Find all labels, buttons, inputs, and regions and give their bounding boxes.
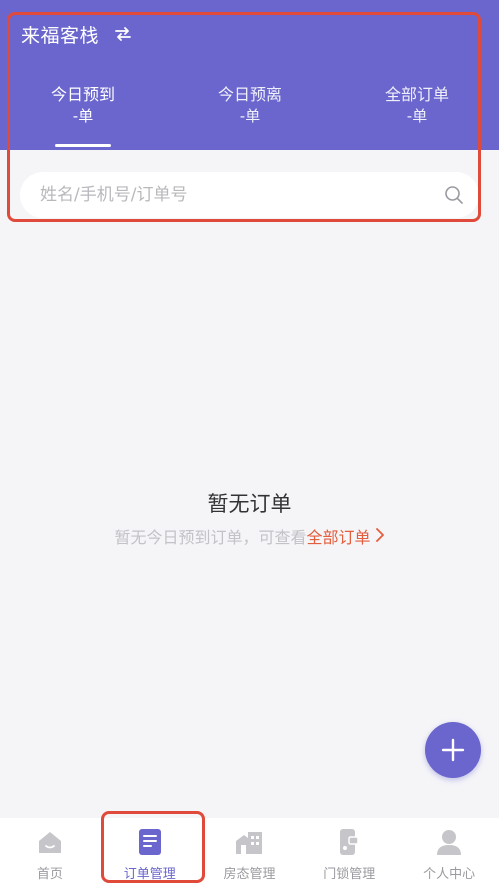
chevron-right-icon bbox=[375, 527, 385, 547]
tab-label: 全部订单 bbox=[384, 85, 449, 104]
view-all-orders-link-label: 全部订单 bbox=[306, 528, 371, 547]
tab-label: 今日预离 bbox=[217, 85, 282, 104]
search-icon[interactable] bbox=[443, 184, 465, 206]
tab-all-orders[interactable]: 全部订单 -单 bbox=[352, 84, 482, 126]
tab-today-arrival[interactable]: 今日预到 -单 bbox=[18, 84, 148, 126]
app-root: 来福客栈 今日预到 -单 今日预离 -单 全部订单 -单 姓名/手机号/订单号 … bbox=[0, 0, 499, 887]
order-tabs: 今日预到 -单 今日预离 -单 全部订单 -单 bbox=[0, 84, 499, 147]
building-icon bbox=[234, 827, 264, 857]
home-icon bbox=[35, 827, 65, 857]
bottom-nav: 首页 订单管理 房态管理 门锁管理 个人中心 bbox=[0, 818, 499, 887]
nav-item-home[interactable]: 首页 bbox=[0, 818, 100, 887]
empty-state-subtitle: 暂无今日预到订单，可查看全部订单 bbox=[0, 524, 499, 548]
nav-label: 门锁管理 bbox=[323, 867, 376, 882]
switch-icon[interactable] bbox=[113, 24, 133, 44]
search-input[interactable] bbox=[40, 185, 443, 205]
search-bar bbox=[20, 172, 479, 218]
nav-item-room-status[interactable]: 房态管理 bbox=[200, 818, 300, 887]
nav-label: 订单管理 bbox=[123, 867, 176, 882]
header-top: 来福客栈 bbox=[21, 20, 133, 48]
nav-item-profile[interactable]: 个人中心 bbox=[399, 818, 499, 887]
user-icon bbox=[434, 827, 464, 857]
nav-label: 个人中心 bbox=[423, 867, 476, 882]
hotel-name: 来福客栈 bbox=[21, 24, 100, 47]
door-lock-icon bbox=[334, 827, 364, 857]
nav-label: 首页 bbox=[36, 867, 63, 882]
header: 来福客栈 今日预到 -单 今日预离 -单 全部订单 -单 bbox=[0, 0, 499, 150]
order-icon bbox=[135, 827, 165, 857]
nav-item-orders[interactable]: 订单管理 bbox=[100, 818, 200, 887]
empty-state-title: 暂无订单 bbox=[207, 492, 292, 516]
tab-count: -单 bbox=[239, 107, 261, 125]
view-all-orders-link[interactable]: 全部订单 bbox=[307, 528, 385, 547]
add-order-button[interactable] bbox=[425, 722, 481, 778]
tab-count: -单 bbox=[72, 107, 94, 125]
nav-label: 房态管理 bbox=[223, 867, 276, 882]
tab-label: 今日预到 bbox=[50, 85, 115, 104]
empty-state-text: 暂无今日预到订单，可查看 bbox=[114, 528, 307, 547]
plus-icon bbox=[441, 738, 465, 762]
nav-item-door-lock[interactable]: 门锁管理 bbox=[299, 818, 399, 887]
tab-count: -单 bbox=[406, 107, 428, 125]
tab-today-departure[interactable]: 今日预离 -单 bbox=[185, 84, 315, 126]
active-tab-indicator bbox=[55, 144, 111, 147]
